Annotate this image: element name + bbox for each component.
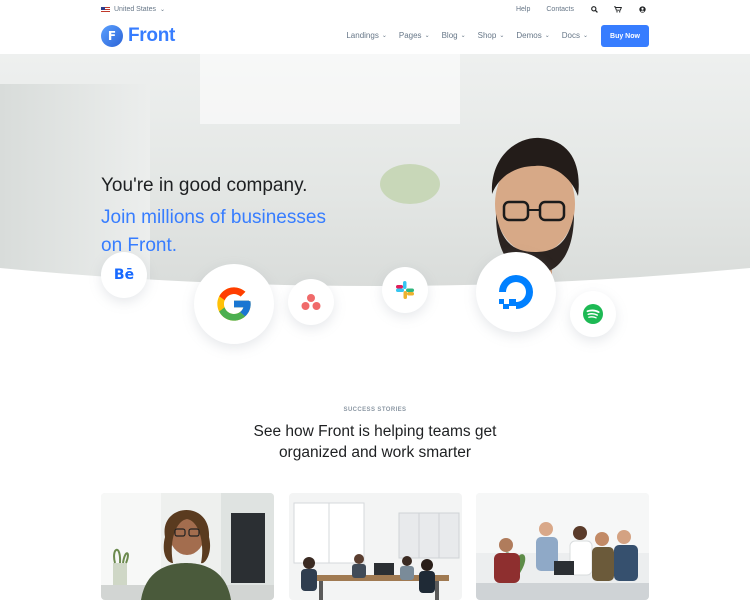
chevron-down-icon: ⌄ — [381, 33, 387, 39]
brand-name: Front — [128, 25, 176, 46]
nav-item-pages[interactable]: Pages ⌄ — [399, 31, 430, 40]
front-logo-icon: F — [101, 25, 123, 47]
behance-logo-text: Bē — [113, 267, 135, 283]
google-icon — [217, 287, 251, 321]
section-title: See how Front is helping teams get organ… — [0, 421, 750, 463]
chevron-down-icon: ⌄ — [160, 7, 166, 13]
nav-label: Pages — [398, 31, 422, 40]
behance-logo: Bē — [101, 252, 147, 298]
spotify-icon — [583, 304, 603, 324]
hero-title: You're in good company. — [101, 175, 308, 196]
brand-logo[interactable]: F Front — [101, 25, 175, 47]
nav-item-demos[interactable]: Demos ⌄ — [516, 31, 549, 40]
section-eyebrow: SUCCESS STORIES — [343, 407, 407, 413]
asana-logo — [288, 279, 334, 325]
buy-now-button[interactable]: Buy Now — [601, 25, 649, 47]
chevron-down-icon: ⌄ — [460, 33, 466, 39]
slack-icon — [396, 281, 414, 299]
slack-logo — [382, 267, 428, 313]
user-icon[interactable] — [638, 5, 646, 13]
nav-item-landings[interactable]: Landings ⌄ — [346, 31, 387, 40]
story-card-1[interactable] — [101, 493, 274, 600]
nav-item-docs[interactable]: Docs ⌄ — [562, 31, 588, 40]
main-header: F Front Landings ⌄ Pages ⌄ Blog ⌄ Shop ⌄ Dem… — [0, 22, 750, 54]
help-link[interactable]: Help — [516, 6, 530, 13]
story-card-2[interactable] — [289, 493, 462, 600]
chevron-down-icon: ⌄ — [544, 33, 550, 39]
nav-item-blog[interactable]: Blog ⌄ — [442, 31, 466, 40]
region-selector[interactable]: United States ⌄ — [101, 6, 165, 13]
search-icon[interactable] — [590, 5, 598, 13]
nav-label: Blog — [441, 31, 458, 40]
nav-label: Demos — [516, 31, 542, 40]
story-image-team — [476, 493, 649, 600]
google-logo — [194, 264, 274, 344]
nav-label: Shop — [477, 31, 497, 40]
section-title-line1: See how Front is helping teams get — [253, 423, 497, 440]
contacts-link[interactable]: Contacts — [546, 6, 574, 13]
spotify-logo — [570, 291, 616, 337]
story-image-woman — [101, 493, 274, 600]
top-links: Help Contacts — [516, 5, 646, 13]
hero-subtitle: Join millions of businesses — [101, 207, 326, 228]
topbar: United States ⌄ Help Contacts — [0, 0, 750, 22]
us-flag-icon — [101, 6, 110, 13]
cart-icon[interactable] — [614, 5, 622, 13]
nav-label: Docs — [561, 31, 580, 40]
nav-label: Landings — [346, 31, 379, 40]
chevron-down-icon: ⌄ — [582, 33, 588, 39]
chevron-down-icon: ⌄ — [424, 33, 430, 39]
digitalocean-logo — [476, 252, 556, 332]
asana-icon — [301, 294, 321, 310]
nav-item-shop[interactable]: Shop ⌄ — [478, 31, 505, 40]
story-image-office — [289, 493, 462, 600]
digitalocean-icon — [499, 275, 533, 309]
main-nav: Landings ⌄ Pages ⌄ Blog ⌄ Shop ⌄ Demos ⌄ Docs… — [346, 31, 588, 40]
section-title-line2: organized and work smarter — [278, 444, 472, 461]
story-card-3[interactable] — [476, 493, 649, 600]
region-label: United States — [114, 6, 157, 13]
chevron-down-icon: ⌄ — [499, 33, 505, 39]
